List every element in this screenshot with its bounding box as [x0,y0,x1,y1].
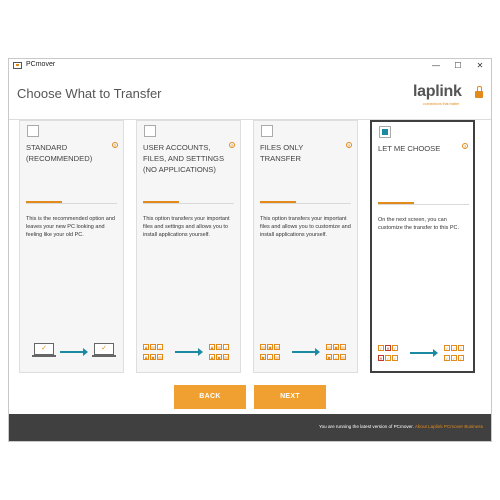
checklist-icon: ✓ ✓ ✓ ✓ ✓ ✓ [444,345,464,361]
files-transfer-illustration: ♟ ▤ ♫ ♟ ▣ ▤ ♟ ▤ ♫ ♟ ▣ ▤ [143,343,235,363]
title-bar: PCmover — ☐ ✕ [9,59,491,73]
maximize-button[interactable]: ☐ [447,59,469,73]
files-transfer-illustration: ▤ ▣ ▤ ▣ ♫ ▤ ▤ ▣ ▤ ▣ ♫ ▤ [260,343,352,363]
app-icon [13,62,22,69]
card-description: This option transfers your important fil… [260,216,351,238]
close-button[interactable]: ✕ [469,59,491,73]
card-title: FILES ONLY TRANSFER [260,143,304,163]
arrow-right-icon [175,348,203,356]
window-title: PCmover [26,61,56,68]
divider [378,204,469,205]
footer-status: You are running the latest version of PC… [319,424,483,429]
divider [260,203,351,204]
laptop-transfer-illustration: ✓ ✓ [26,343,118,363]
page-header: Choose What to Transfer laplink connecti… [9,73,491,120]
card-title: LET ME CHOOSE [378,144,441,153]
divider [143,203,234,204]
standard-checkbox[interactable] [27,125,39,137]
card-description: This option transfers your important fil… [143,216,230,238]
user-accounts-checkbox[interactable] [144,125,156,137]
page-title: Choose What to Transfer [17,86,162,101]
info-icon[interactable]: ? [346,142,352,148]
files-only-checkbox[interactable] [261,125,273,137]
info-icon[interactable]: ? [112,142,118,148]
version-status-text: You are running the latest version of PC… [318,424,414,429]
arrow-right-icon [292,348,320,356]
option-card-standard[interactable]: ? STANDARD (RECOMMENDED) This is the rec… [19,120,124,373]
info-icon[interactable]: ? [462,143,468,149]
files-icon: ♟ ▤ ♫ ♟ ▣ ▤ [209,344,229,360]
laplink-logo: laplink connections that matter [413,81,483,109]
checklist-transfer-illustration: ✓ ✕ ✓ ✕ ✓ ✓ ✓ ✓ ✓ ✓ ✓ ✓ [378,344,470,364]
files-icon: ▤ ▣ ▤ ▣ ♫ ▤ [260,344,280,360]
transfer-options: ? STANDARD (RECOMMENDED) This is the rec… [9,120,491,415]
files-icon: ♟ ▤ ♫ ♟ ▣ ▤ [143,344,163,360]
laptop-icon: ✓ [32,343,56,357]
back-button[interactable]: BACK [174,385,246,409]
option-card-user-accounts[interactable]: ? USER ACCOUNTS, FILES, AND SETTINGS (NO… [136,120,241,373]
lock-icon [475,86,483,98]
checklist-icon: ✓ ✕ ✓ ✕ ✓ ✓ [378,345,398,361]
pcmover-window: PCmover — ☐ ✕ Choose What to Transfer la… [8,58,492,442]
next-button[interactable]: NEXT [254,385,326,409]
logo-tagline: connections that matter [423,102,460,106]
files-icon: ▤ ▣ ▤ ▣ ♫ ▤ [326,344,346,360]
card-description: On the next screen, you can customize th… [378,217,460,231]
laptop-icon: ✓ [92,343,116,357]
divider [26,203,117,204]
option-card-files-only[interactable]: ? FILES ONLY TRANSFER This option transf… [253,120,358,373]
arrow-right-icon [60,348,88,356]
card-title: STANDARD (RECOMMENDED) [26,143,93,163]
logo-wordmark: laplink [413,83,462,100]
card-description: This is the recommended option and leave… [26,216,115,238]
about-link[interactable]: About Laplink PCmover Business [415,424,483,429]
arrow-right-icon [410,349,438,357]
card-title: USER ACCOUNTS, FILES, AND SETTINGS (NO A… [143,143,225,174]
option-card-let-me-choose[interactable]: ? LET ME CHOOSE On the next screen, you … [370,120,475,373]
minimize-button[interactable]: — [425,59,447,73]
footer-bar: You are running the latest version of PC… [9,414,491,441]
info-icon[interactable]: ? [229,142,235,148]
let-me-choose-checkbox[interactable] [379,126,391,138]
